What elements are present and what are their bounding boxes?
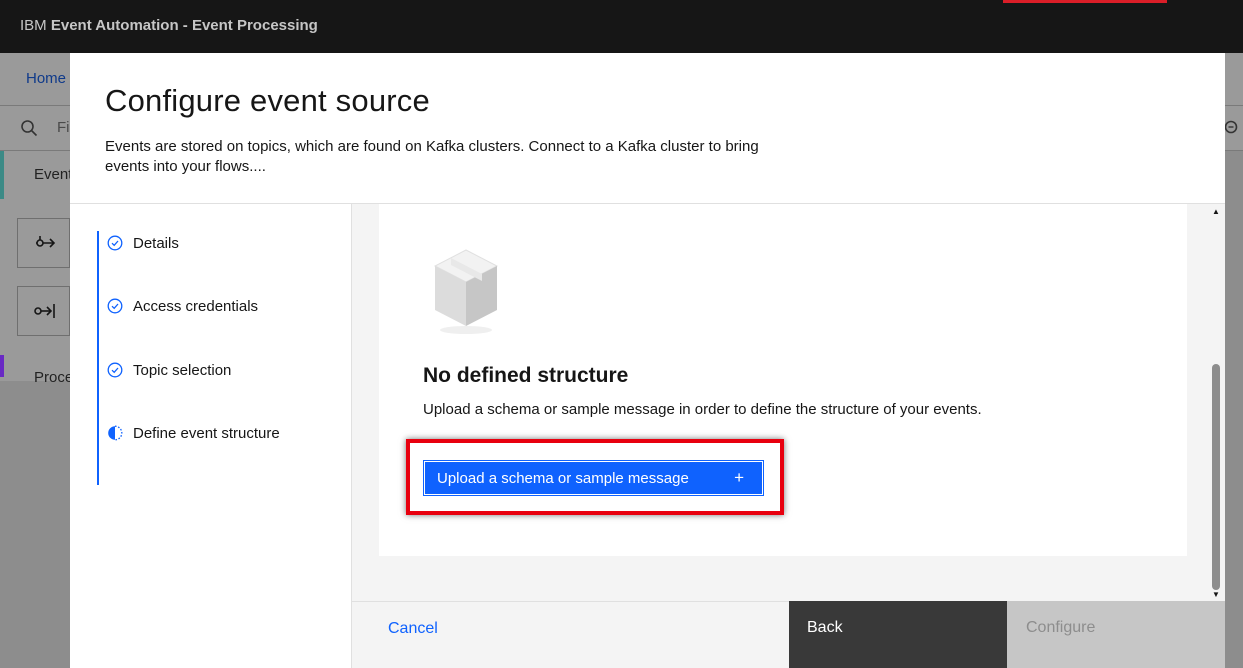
check-circle-icon [107, 362, 123, 378]
event-source-icon [36, 236, 56, 248]
scrollbar-thumb[interactable] [1212, 364, 1220, 590]
progress-indicator: Details Access credentials Topic selecti… [97, 231, 337, 485]
empty-state-description: Upload a schema or sample message in ord… [423, 401, 982, 418]
filter-input-placeholder: Fi [57, 119, 70, 136]
empty-state-card: No defined structure Upload a schema or … [379, 204, 1187, 556]
back-button-label: Back [807, 619, 843, 636]
breadcrumb-home-link: Home [26, 70, 67, 87]
event-destination-icon [34, 304, 55, 318]
cancel-button[interactable]: Cancel [352, 601, 789, 668]
app-header: IBM Event Automation - Event Processing [0, 0, 1243, 53]
check-circle-icon [107, 298, 123, 314]
back-button[interactable]: Back [789, 601, 1007, 668]
step-access-credentials[interactable]: Access credentials [107, 294, 258, 318]
palette-tab-label: Event [34, 166, 73, 183]
step-label: Access credentials [133, 297, 259, 315]
app-title: IBM Event Automation - Event Processing [20, 17, 318, 34]
configure-event-source-modal: Configure event source Events are stored… [70, 53, 1225, 668]
step-label: Details [133, 234, 179, 252]
scroll-down-arrow-icon[interactable]: ▼ [1212, 590, 1220, 599]
palette-processor-label: Proce [34, 369, 74, 386]
content-scrollbar[interactable]: ▲ ▼ [1207, 204, 1225, 601]
modal-footer: Cancel Back Configure [351, 601, 1225, 668]
app-title-main: Event Automation - Event Processing [50, 17, 318, 34]
modal-title: Configure event source [105, 83, 430, 118]
node-palette: Event Proce [0, 151, 73, 386]
half-circle-current-icon [108, 425, 123, 441]
app-title-prefix: IBM [20, 17, 47, 34]
palette-processor-accent [0, 355, 4, 377]
configure-button-label: Configure [1026, 619, 1096, 636]
upload-schema-button-label: Upload a schema or sample message [437, 469, 689, 487]
step-label: Define event structure [133, 424, 280, 442]
content-pane: No defined structure Upload a schema or … [351, 204, 1225, 601]
search-icon [21, 120, 38, 137]
step-label: Topic selection [133, 361, 232, 379]
empty-box-icon [433, 249, 499, 334]
header-accent-bar [1003, 0, 1167, 3]
palette-node-event-destination [17, 286, 70, 336]
modal-description: Events are stored on topics, which are f… [105, 138, 759, 175]
upload-schema-button[interactable]: Upload a schema or sample message + [423, 460, 764, 496]
step-details[interactable]: Details [107, 231, 179, 255]
step-topic-selection[interactable]: Topic selection [107, 358, 231, 382]
step-define-event-structure[interactable]: Define event structure [107, 421, 280, 445]
scroll-up-arrow-icon[interactable]: ▲ [1212, 207, 1220, 216]
configure-button[interactable]: Configure [1007, 601, 1225, 668]
modal-header: Configure event source Events are stored… [70, 53, 1225, 204]
palette-tab-event: Event [0, 151, 73, 199]
palette-node-event-source [17, 218, 70, 268]
add-icon: + [734, 468, 744, 487]
cancel-button-label: Cancel [388, 620, 438, 637]
empty-state-title: No defined structure [423, 364, 629, 387]
check-circle-icon [107, 235, 123, 251]
